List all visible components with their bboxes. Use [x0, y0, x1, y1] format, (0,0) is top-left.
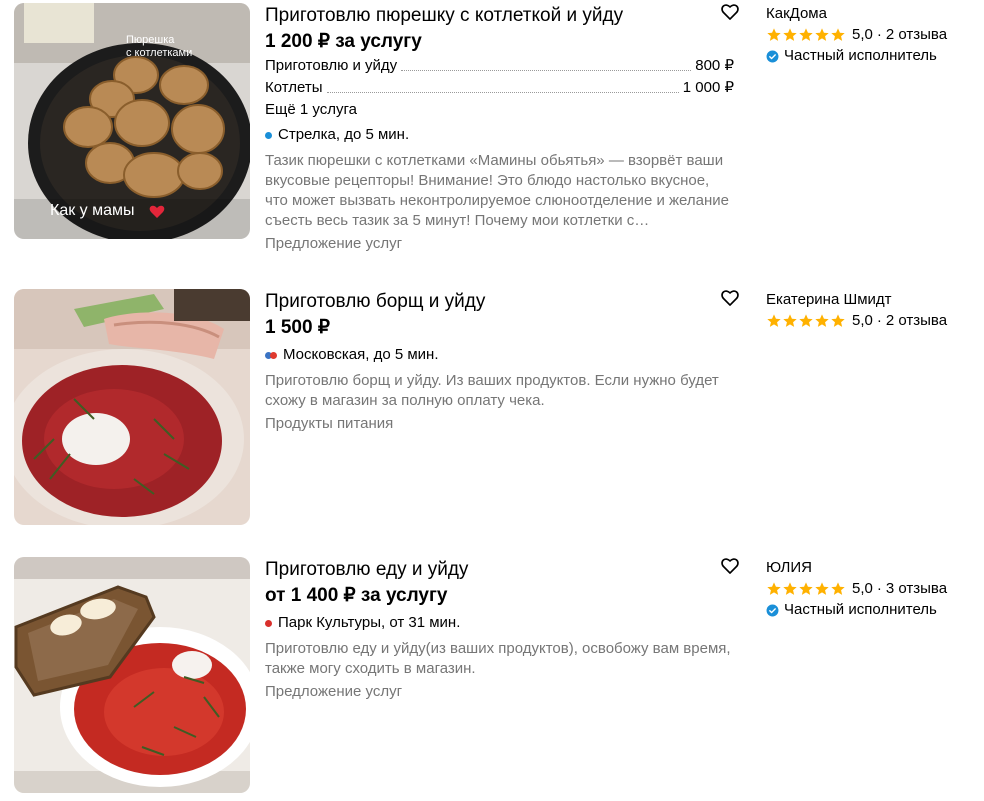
rating-value: 5,0	[852, 580, 873, 597]
metro-line-icon	[265, 131, 272, 139]
star-icon	[831, 582, 845, 595]
rating-value: 5,0	[852, 26, 873, 43]
listing-description: Тазик пюрешки с котлетками «Мамины обьят…	[265, 152, 729, 229]
service-name: Приготовлю и уйду	[265, 57, 398, 74]
listing-description: Приготовлю еду и уйду(из ваших продуктов…	[265, 640, 731, 677]
metro-station: Стрелка, до 5 мин.	[278, 126, 410, 143]
star-icon	[783, 582, 797, 595]
listing-price: 1 500 ₽	[265, 317, 330, 338]
star-icon	[783, 314, 797, 327]
listing-price: от 1 400 ₽ за услугу	[265, 585, 448, 606]
listing-title[interactable]: Приготовлю пюрешку с котлеткой и уйду	[265, 4, 735, 28]
cutlets-photo: Пюрешка с котлетками Как у мамы	[14, 3, 250, 239]
metro-line-icon	[265, 619, 272, 627]
seller-name[interactable]: КакДома	[766, 4, 976, 24]
seller-rating: 5,0 · 2 отзыва	[766, 25, 976, 45]
reviews-link[interactable]: 2 отзыва	[886, 311, 947, 331]
seller-badge: Частный исполнитель	[766, 46, 976, 66]
seller-badge: Частный исполнитель	[766, 600, 976, 620]
verified-check-icon	[766, 604, 779, 616]
star-icon	[799, 582, 813, 595]
seller-badge-label: Частный исполнитель	[784, 601, 937, 618]
star-icon	[783, 28, 797, 41]
metro-location: Стрелка, до 5 мин.	[265, 125, 735, 145]
favorite-button[interactable]	[720, 2, 740, 22]
listing-title[interactable]: Приготовлю борщ и уйду	[265, 290, 735, 314]
metro-station: Московская, до 5 мин.	[283, 346, 439, 363]
service-price: 800 ₽	[695, 57, 734, 74]
verified-check-icon	[766, 50, 779, 62]
listing-photo[interactable]	[14, 289, 250, 525]
service-price: 1 000 ₽	[682, 79, 734, 96]
dot-leader	[326, 92, 679, 93]
reviews-link[interactable]: 3 отзыва	[886, 579, 947, 599]
photo-overlay-line1: Пюрешка	[126, 34, 175, 46]
listing-description: Приготовлю борщ и уйду. Из ваших продукт…	[265, 372, 719, 409]
favorite-button[interactable]	[720, 556, 740, 576]
listing-photo[interactable]: Пюрешка с котлетками Как у мамы	[14, 3, 250, 239]
star-icon	[815, 314, 829, 327]
rating-separator: ·	[876, 580, 882, 597]
photo-overlay-line2: с котлетками	[126, 47, 192, 59]
star-icon	[815, 28, 829, 41]
listing-category: Предложение услуг	[265, 683, 403, 700]
listing-title[interactable]: Приготовлю еду и уйду	[265, 558, 735, 582]
service-row: Котлеты 1 000 ₽	[265, 78, 734, 98]
rating-stars	[766, 27, 846, 43]
rating-separator: ·	[876, 312, 882, 329]
star-icon	[767, 582, 781, 595]
star-icon	[767, 28, 781, 41]
photo-caption: Как у мамы	[50, 202, 135, 219]
rating-stars	[766, 581, 846, 597]
listing-price: 1 200 ₽ за услугу	[265, 31, 422, 52]
borscht-photo	[14, 289, 250, 525]
listing-category: Продукты питания	[265, 415, 394, 432]
listing-category: Предложение услуг	[265, 235, 403, 252]
listing-photo[interactable]	[14, 557, 250, 793]
metro-location: Парк Культуры, от 31 мин.	[265, 613, 735, 633]
star-icon	[799, 314, 813, 327]
star-icon	[815, 582, 829, 595]
rating-stars	[766, 313, 846, 329]
reviews-link[interactable]: 2 отзыва	[886, 25, 947, 45]
metro-line-icon	[265, 351, 277, 359]
dot-leader	[401, 70, 692, 71]
star-icon	[831, 28, 845, 41]
star-icon	[767, 314, 781, 327]
more-services-link[interactable]: Ещё 1 услуга	[265, 100, 735, 120]
seller-name[interactable]: ЮЛИЯ	[766, 558, 976, 578]
heart-outline-icon	[721, 4, 739, 20]
favorite-button[interactable]	[720, 288, 740, 308]
heart-outline-icon	[721, 290, 739, 306]
service-name: Котлеты	[265, 79, 323, 96]
rating-separator: ·	[876, 26, 882, 43]
metro-location: Московская, до 5 мин.	[265, 345, 735, 365]
star-icon	[799, 28, 813, 41]
rating-value: 5,0	[852, 312, 873, 329]
seller-rating: 5,0 · 3 отзыва	[766, 579, 976, 599]
borscht-bread-photo	[14, 557, 250, 793]
seller-name[interactable]: Екатерина Шмидт	[766, 290, 976, 310]
service-row: Приготовлю и уйду 800 ₽	[265, 56, 734, 76]
seller-badge-label: Частный исполнитель	[784, 47, 937, 64]
heart-outline-icon	[721, 558, 739, 574]
star-icon	[831, 314, 845, 327]
metro-station: Парк Культуры, от 31 мин.	[278, 614, 461, 631]
seller-rating: 5,0 · 2 отзыва	[766, 311, 976, 331]
